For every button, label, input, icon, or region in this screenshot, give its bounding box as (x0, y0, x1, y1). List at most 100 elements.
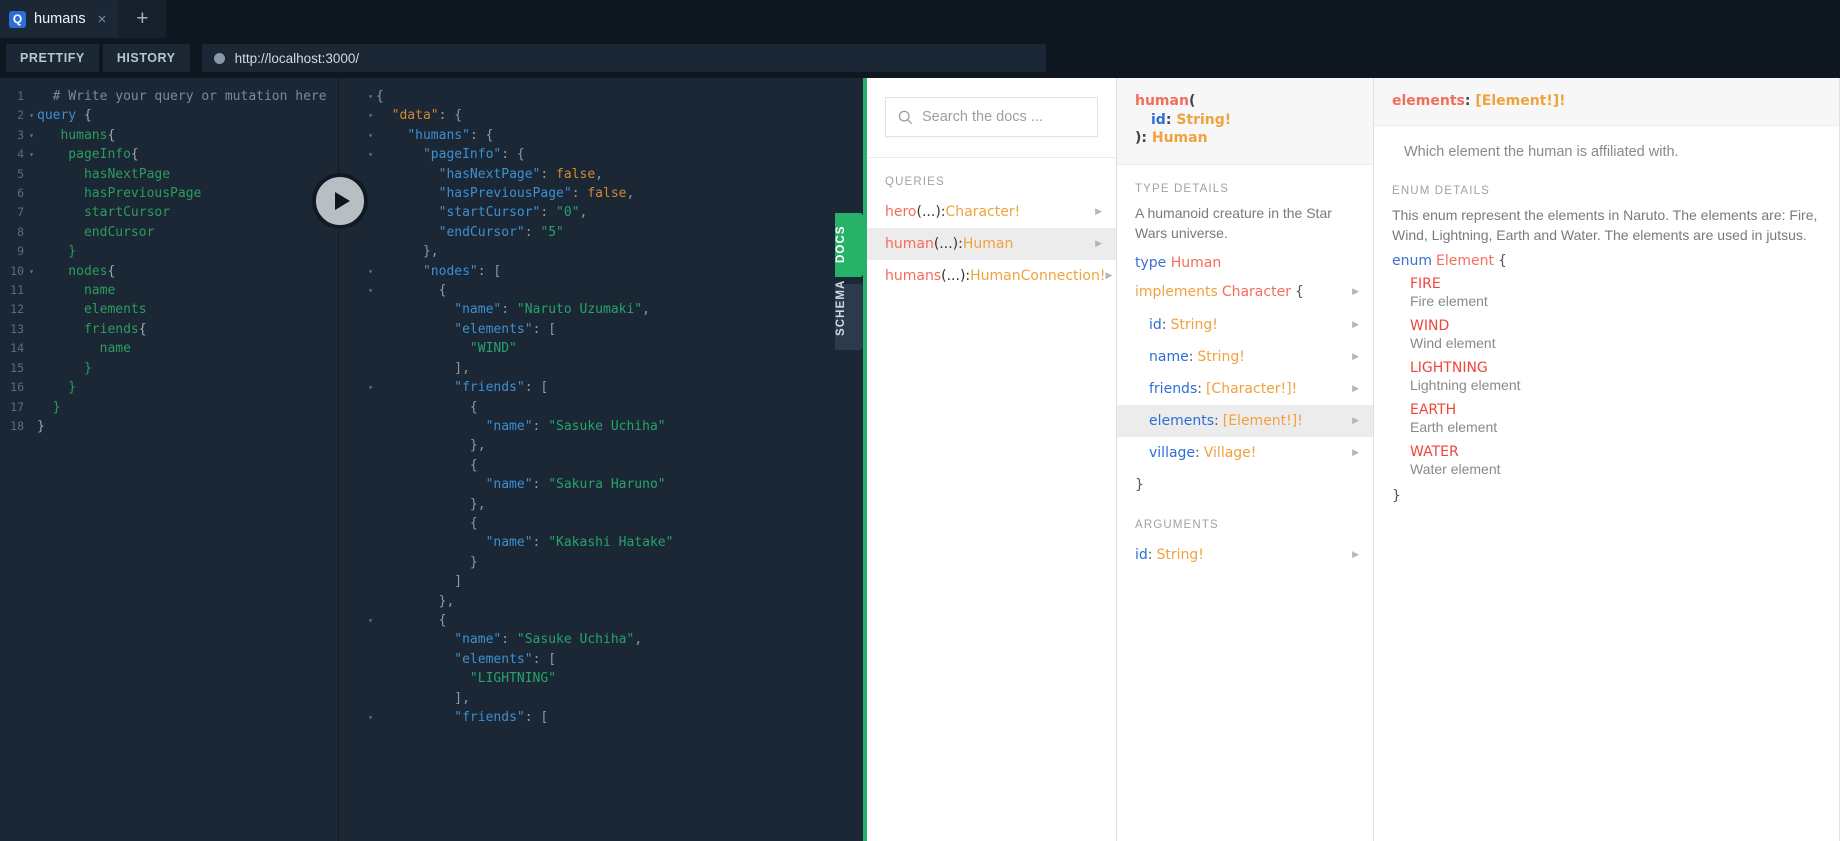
code-line-text: } (37, 242, 338, 261)
search-input[interactable]: Search the docs ... (885, 97, 1098, 137)
fold-toggle-icon[interactable]: ▾ (26, 262, 37, 281)
tab-label: humans (34, 11, 86, 27)
type-closing-brace: } (1135, 476, 1144, 493)
line-gutter-spacer (339, 87, 365, 106)
implements-row[interactable]: implements Character { ▶ (1117, 275, 1373, 309)
docs-toggle-tabs: DOCS SCHEMA (835, 213, 863, 350)
type-keyword: type (1135, 254, 1167, 271)
line-number: 12 (10, 302, 24, 317)
code-line: 6 hasPreviousPage (0, 184, 338, 203)
fold-toggle-icon[interactable]: ▾ (26, 126, 37, 145)
signature-open-paren: ( (1188, 93, 1196, 109)
code-line: 8 endCursor (0, 223, 338, 242)
type-details-column: human( id: String! ): Human TYPE DETAILS… (1117, 78, 1374, 841)
line-gutter-spacer (339, 592, 365, 611)
response-lines: ▾{▾ "data": {▾ "humans": {▾ "pageInfo": … (339, 78, 863, 727)
execute-query-button[interactable] (312, 173, 368, 229)
code-token: { (107, 263, 116, 279)
query-signature: human( id: String! ): Human (1117, 78, 1373, 165)
code-line: }, (339, 436, 863, 455)
code-line-text: "name": "Sasuke Uchiha", (376, 630, 863, 649)
implements-interface: Character (1221, 283, 1291, 300)
line-gutter-spacer (339, 242, 365, 261)
type-field-friends[interactable]: friends: [Character!]! ▶ (1117, 373, 1373, 405)
code-line-text: ] (376, 572, 863, 591)
fold-toggle-icon[interactable]: ▾ (365, 378, 376, 397)
add-tab-button[interactable]: + (118, 0, 167, 38)
code-line: { (339, 398, 863, 417)
line-number: 7 (17, 205, 24, 220)
field-colon: : (1188, 348, 1194, 365)
implements-brace: { (1294, 283, 1304, 300)
code-token: "humans" (407, 127, 470, 143)
schema-tab[interactable]: SCHEMA (835, 280, 863, 350)
fold-toggle-icon[interactable]: ▾ (365, 708, 376, 727)
chevron-right-icon: ▶ (1352, 351, 1359, 362)
code-token: } (37, 399, 61, 415)
close-icon[interactable]: × (98, 12, 107, 27)
code-line: 11 name (0, 281, 338, 300)
code-token: endCursor (37, 224, 155, 240)
enum-declaration: enum Element{ (1392, 247, 1821, 271)
code-token: "0" (556, 205, 580, 221)
line-gutter-spacer (339, 436, 365, 455)
type-field-name[interactable]: name: String! ▶ (1117, 341, 1373, 373)
fold-toggle-icon[interactable]: ▾ (365, 145, 376, 164)
code-token: { (130, 147, 139, 163)
docs-tab[interactable]: DOCS (835, 213, 863, 277)
queries-heading: QUERIES (885, 176, 945, 188)
code-line-text: "LIGHTNING" (376, 669, 863, 688)
code-token: ], (376, 690, 470, 706)
code-line-text: startCursor (37, 203, 338, 222)
fold-toggle-icon[interactable]: ▾ (365, 87, 376, 106)
query-row-humans[interactable]: humans (...): HumanConnection! ▶ (867, 260, 1116, 292)
endpoint-url-bar[interactable]: http://localhost:3000/ (201, 44, 1046, 72)
code-token: "friends" (454, 380, 525, 396)
fold-toggle-icon[interactable]: ▾ (365, 611, 376, 630)
prettify-button[interactable]: PRETTIFY (6, 44, 99, 72)
code-line-text: }, (376, 592, 863, 611)
fold-toggle-icon[interactable]: ▾ (365, 262, 376, 281)
argument-row-id[interactable]: id: String! ▶ (1117, 539, 1373, 571)
type-field-village[interactable]: village: Village! ▶ (1117, 437, 1373, 469)
code-line-text: "name": "Naruto Uzumaki", (376, 300, 863, 319)
fold-toggle-icon[interactable]: ▾ (365, 126, 376, 145)
fold-toggle-icon[interactable]: ▾ (26, 145, 37, 164)
type-field-id[interactable]: id: String! ▶ (1117, 309, 1373, 341)
code-line-text: } (37, 378, 338, 397)
signature-line-2: id: String! (1135, 111, 1355, 130)
code-line-text: } (37, 417, 338, 436)
code-token: nodes (37, 263, 108, 279)
code-line: "endCursor": "5" (339, 223, 863, 242)
chevron-right-icon: ▶ (1105, 271, 1113, 281)
code-line-text: { (376, 611, 863, 630)
fold-toggle-icon[interactable]: ▾ (26, 106, 37, 125)
play-icon (334, 192, 350, 210)
fold-toggle-icon[interactable]: ▾ (365, 281, 376, 300)
tab-humans[interactable]: Q humans × (0, 0, 119, 38)
code-line: 9 } (0, 242, 338, 261)
field-header-name: elements (1392, 93, 1465, 109)
line-number: 9 (17, 244, 24, 259)
code-line: { (339, 456, 863, 475)
enum-open-brace: { (1497, 253, 1507, 269)
line-gutter-spacer (339, 145, 365, 164)
code-token: name (37, 341, 131, 357)
fold-toggle-icon[interactable]: ▾ (365, 106, 376, 125)
query-row-hero[interactable]: hero (...): Character! ▶ (867, 196, 1116, 228)
history-button[interactable]: HISTORY (102, 44, 190, 72)
code-token: # Write your query or mutation here (37, 89, 327, 104)
code-token: } (37, 360, 92, 376)
code-line-text: ], (376, 359, 863, 378)
query-row-human[interactable]: human (...): Human ▶ (867, 228, 1116, 260)
code-token: { (83, 108, 92, 124)
query-editor-pane[interactable]: 1 # Write your query or mutation here 2 ▾ q… (0, 78, 338, 841)
type-field-elements[interactable]: elements: [Element!]! ▶ (1117, 404, 1373, 437)
response-pane[interactable]: ▾{▾ "data": {▾ "humans": {▾ "pageInfo": … (338, 78, 863, 841)
